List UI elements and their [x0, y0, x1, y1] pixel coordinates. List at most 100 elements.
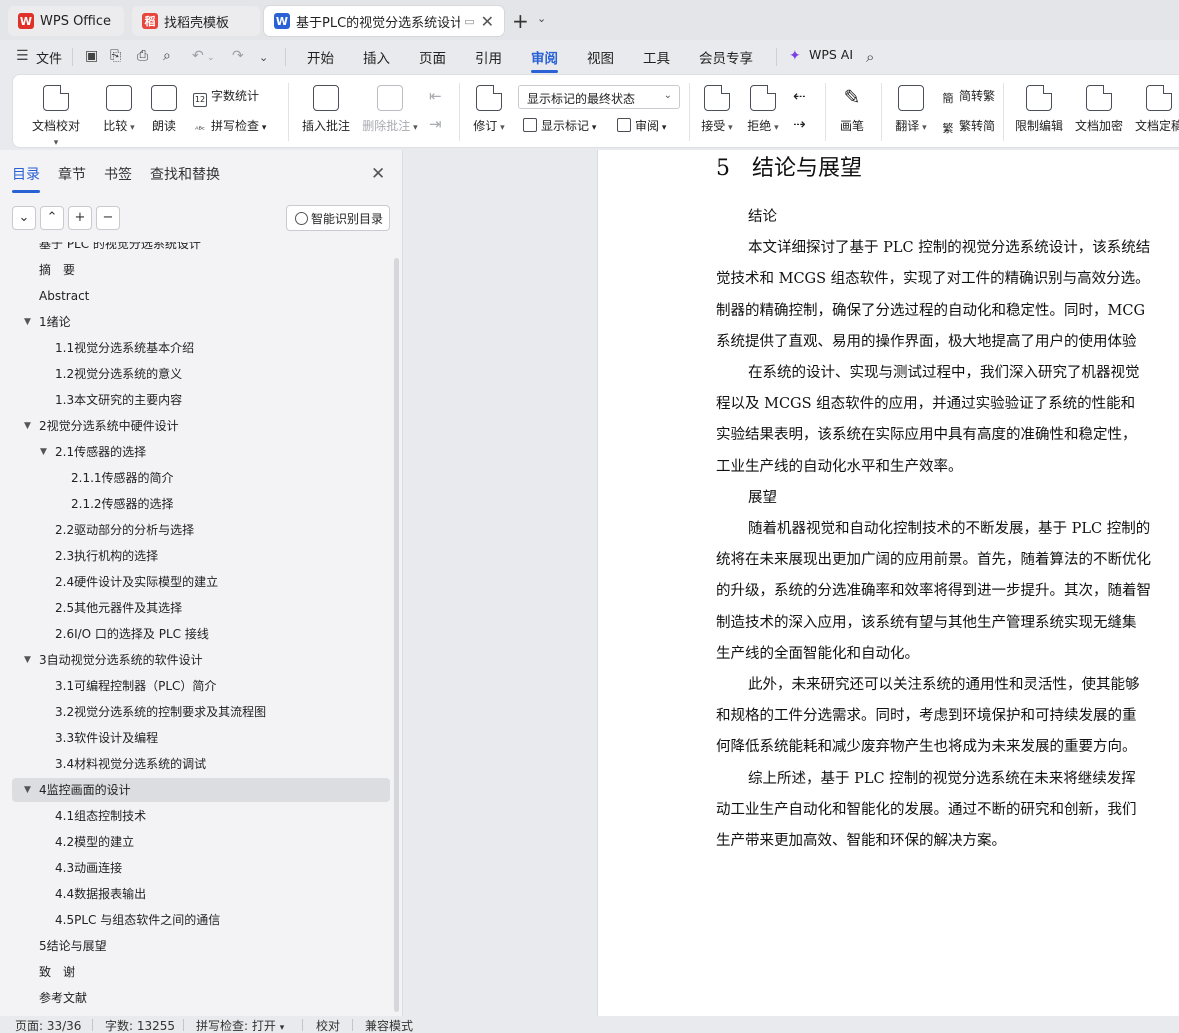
finalize-document-button[interactable]: 文档定稿 — [1133, 85, 1179, 134]
review-pane-button[interactable]: 审阅 ▾ — [617, 117, 666, 134]
menu-tools[interactable]: 工具 — [643, 47, 670, 67]
restrict-editing-button[interactable]: 限制编辑 — [1013, 85, 1065, 134]
toc-item[interactable]: 4.1组态控制技术 — [12, 804, 390, 828]
word-count-button[interactable]: 12 字数统计 — [193, 87, 259, 107]
previous-change-icon[interactable]: ⇠ — [793, 87, 806, 105]
expand-triangle-icon[interactable]: ▼ — [24, 778, 31, 802]
toc-item[interactable]: 2.2驱动部分的分析与选择 — [12, 518, 390, 542]
toc-item[interactable]: ▼ 4监控画面的设计 — [12, 778, 390, 802]
document-page[interactable]: 5 结论与展望 结论 本文详细探讨了基于 PLC 控制的视觉分选系统设计，该系统结… — [598, 150, 1179, 1016]
track-changes-button[interactable]: 修订 ▾ — [469, 85, 509, 134]
menu-member[interactable]: 会员专享 — [699, 47, 753, 67]
toc-item[interactable]: 摘 要 — [12, 258, 390, 282]
undo-icon[interactable]: ↶ — [192, 48, 204, 64]
toc-item[interactable]: ▼ 2视觉分选系统中硬件设计 — [12, 414, 390, 438]
tab-document[interactable]: W 基于PLC的视觉分选系统设计 ▭ ✕ — [264, 6, 504, 36]
more-chevron-icon[interactable]: ⌄ — [259, 51, 268, 64]
read-aloud-button[interactable]: 朗读 — [147, 85, 181, 134]
to-simplified-button[interactable]: 繁繁转简 — [941, 117, 996, 137]
search-icon[interactable]: ⌕ — [866, 48, 874, 66]
nav-tab-find-replace[interactable]: 查找和替换 — [150, 164, 220, 184]
hamburger-icon[interactable]: ☰ — [16, 48, 29, 64]
toc-item[interactable]: 4.2模型的建立 — [12, 830, 390, 854]
toc-item[interactable]: 参考文献 — [12, 986, 390, 1010]
toc-item[interactable]: 3.3软件设计及编程 — [12, 726, 390, 750]
print-icon[interactable]: ⎙ — [137, 48, 148, 64]
toc-item[interactable]: Abstract — [12, 284, 390, 308]
new-tab-icon[interactable]: + — [512, 9, 529, 33]
toc-item[interactable]: ▼ 3自动视觉分选系统的软件设计 — [12, 648, 390, 672]
toc-item[interactable]: 1.1视觉分选系统基本介绍 — [12, 336, 390, 360]
save-icon[interactable]: ▣ — [85, 48, 98, 64]
expand-triangle-icon[interactable]: ▼ — [24, 414, 31, 438]
translate-button[interactable]: 翻译 ▾ — [891, 85, 931, 134]
toc-item[interactable]: 3.4材料视觉分选系统的调试 — [12, 752, 390, 776]
monitor-icon[interactable]: ▭ — [464, 15, 474, 28]
menu-start[interactable]: 开始 — [307, 47, 334, 67]
close-pane-icon[interactable]: ✕ — [371, 164, 385, 184]
proofread-button[interactable]: 文档校对 ▾ — [29, 85, 83, 148]
menu-view[interactable]: 视图 — [587, 47, 614, 67]
menu-review[interactable]: 审阅 — [531, 47, 558, 73]
toc-item[interactable]: 3.1可编程控制器（PLC）简介 — [12, 674, 390, 698]
reject-button[interactable]: 拒绝 ▾ — [743, 85, 783, 134]
wps-ai-icon[interactable]: ✦ — [789, 48, 801, 64]
compare-button[interactable]: 比较 ▾ — [97, 85, 141, 134]
pen-button[interactable]: ✎ 画笔 — [835, 85, 869, 134]
toc-item[interactable]: ▼ 1绪论 — [12, 310, 390, 334]
toc-item[interactable]: 4.4数据报表输出 — [12, 882, 390, 906]
toc-item[interactable]: 1.3本文研究的主要内容 — [12, 388, 390, 412]
proof-indicator[interactable]: 校对 — [316, 1017, 340, 1033]
expand-triangle-icon[interactable]: ▼ — [24, 648, 31, 672]
smart-toc-button[interactable]: 智能识别目录 — [286, 205, 390, 231]
toc-item[interactable]: ▼ 2.1传感器的选择 — [12, 440, 390, 464]
delete-comment-button[interactable]: 删除批注 ▾ — [359, 85, 421, 134]
menu-reference[interactable]: 引用 — [475, 47, 502, 67]
encrypt-document-button[interactable]: 文档加密 — [1073, 85, 1125, 134]
redo-icon[interactable]: ↷ — [232, 48, 244, 64]
toc-item[interactable]: 2.6I/O 口的选择及 PLC 接线 — [12, 622, 390, 646]
show-markup-button[interactable]: 显示标记 ▾ — [523, 117, 596, 134]
toc-item[interactable]: 3.2视觉分选系统的控制要求及其流程图 — [12, 700, 390, 724]
toc-item[interactable]: 4.3动画连接 — [12, 856, 390, 880]
toc-item[interactable]: 2.5其他元器件及其选择 — [12, 596, 390, 620]
toc-item[interactable]: 2.1.1传感器的简介 — [12, 466, 390, 490]
insert-comment-button[interactable]: 插入批注 — [299, 85, 353, 134]
spell-check-indicator[interactable]: 拼写检查: 打开 ▾ — [196, 1017, 284, 1033]
toc-scrollbar[interactable] — [394, 258, 399, 1012]
expand-triangle-icon[interactable]: ▼ — [24, 310, 31, 334]
tab-templates[interactable]: 稻 找稻壳模板 — [132, 6, 260, 36]
tab-wps-office[interactable]: W WPS Office — [8, 6, 124, 36]
next-comment-icon[interactable]: ⇥ — [429, 115, 442, 133]
toc-item[interactable]: 1.2视觉分选系统的意义 — [12, 362, 390, 386]
nav-tab-sections[interactable]: 章节 — [58, 164, 86, 184]
add-heading-icon[interactable]: + — [68, 206, 92, 230]
toc-item[interactable]: 2.3执行机构的选择 — [12, 544, 390, 568]
remove-heading-icon[interactable]: − — [96, 206, 120, 230]
toc-item[interactable]: 2.1.2传感器的选择 — [12, 492, 390, 516]
menu-insert[interactable]: 插入 — [363, 47, 390, 67]
next-change-icon[interactable]: ⇢ — [793, 115, 806, 133]
page-indicator[interactable]: 页面: 33/36 — [15, 1017, 81, 1033]
to-traditional-button[interactable]: 簡简转繁 — [941, 87, 996, 107]
menu-file[interactable]: 文件 — [36, 48, 62, 67]
markup-state-select[interactable]: 显示标记的最终状态 ⌄ — [518, 85, 680, 109]
nav-tab-bookmarks[interactable]: 书签 — [104, 164, 132, 184]
print-preview-icon[interactable]: ⌕ — [163, 48, 171, 64]
output-icon[interactable]: ⎘ — [110, 48, 121, 64]
expand-triangle-icon[interactable]: ▼ — [40, 440, 47, 464]
spell-check-button[interactable]: ᴬᴮᶜ 拼写检查 ▾ — [193, 117, 266, 138]
accept-button[interactable]: 接受 ▾ — [697, 85, 737, 134]
collapse-down-icon[interactable]: ⌄ — [12, 206, 36, 230]
tab-list-chevron-icon[interactable]: ⌄ — [537, 12, 546, 25]
menu-page[interactable]: 页面 — [419, 47, 446, 67]
close-tab-icon[interactable]: ✕ — [481, 12, 494, 31]
word-count-indicator[interactable]: 字数: 13255 — [105, 1017, 175, 1033]
menu-wps-ai[interactable]: WPS AI — [809, 47, 853, 62]
undo-chevron-icon[interactable]: ⌄ — [207, 53, 215, 63]
toc-item[interactable]: 2.4硬件设计及实际模型的建立 — [12, 570, 390, 594]
toc-item[interactable]: 基于 PLC 的视觉分选系统设计 — [12, 242, 390, 256]
nav-tab-toc[interactable]: 目录 — [12, 164, 40, 193]
chevron-up-icon[interactable]: ⌃ — [40, 206, 64, 230]
toc-item[interactable]: 致 谢 — [12, 960, 390, 984]
